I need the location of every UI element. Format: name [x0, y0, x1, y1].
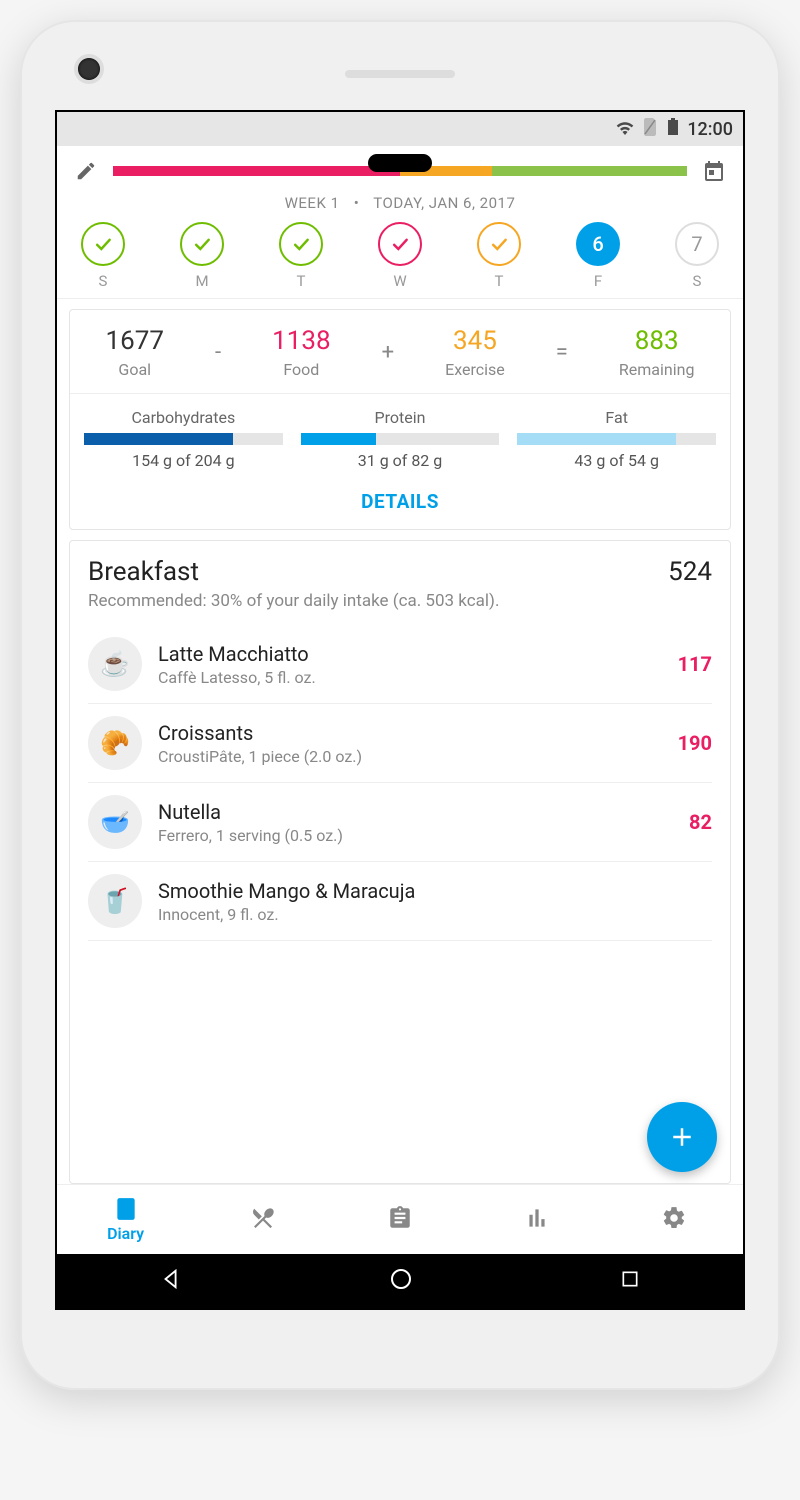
clipboard-icon [387, 1205, 413, 1235]
check-icon [180, 222, 224, 266]
food-name: Nutella [158, 800, 673, 824]
wifi-icon [615, 119, 635, 140]
gear-icon [661, 1205, 687, 1235]
tab-recipes[interactable] [194, 1205, 331, 1235]
date-label: TODAY, JAN 6, 2017 [373, 194, 515, 212]
macro-name: Protein [301, 408, 500, 427]
macro-name: Fat [517, 408, 716, 427]
summary-card: 1677 Goal - 1138 Food + 345 Exercise = [69, 309, 731, 530]
goal-stat: 1677 Goal [106, 326, 164, 379]
macro-name: Carbohydrates [84, 408, 283, 427]
tab-diary[interactable]: Diary [57, 1196, 194, 1243]
food-desc: Caffè Latesso, 5 fl. oz. [158, 668, 662, 687]
food-thumbnail: 🥐 [88, 716, 142, 770]
bottom-tabbar: Diary [57, 1184, 743, 1254]
tab-plans[interactable] [331, 1205, 468, 1235]
exercise-stat: 345 Exercise [445, 326, 505, 379]
food-item[interactable]: 🥤 Smoothie Mango & Maracuja Innocent, 9 fl… [88, 862, 712, 941]
day-1[interactable]: M [174, 222, 230, 290]
day-label: T [495, 272, 504, 290]
food-desc: Innocent, 9 fl. oz. [158, 905, 696, 924]
day-number: 7 [675, 222, 719, 266]
food-calories: 117 [678, 652, 712, 676]
tab-settings[interactable] [606, 1205, 743, 1235]
food-thumbnail: 🥤 [88, 874, 142, 928]
macro-carbohydrates: Carbohydrates 154 g of 204 g [84, 408, 283, 470]
macro-fat: Fat 43 g of 54 g [517, 408, 716, 470]
home-icon[interactable] [389, 1267, 413, 1295]
check-icon [378, 222, 422, 266]
food-desc: Ferrero, 1 serving (0.5 oz.) [158, 826, 673, 845]
recent-icon[interactable] [620, 1269, 640, 1293]
day-label: M [195, 272, 208, 290]
food-name: Latte Macchiatto [158, 642, 662, 666]
food-calories: 82 [689, 810, 712, 834]
progress-seg-3 [492, 166, 687, 176]
bar-chart-icon [524, 1205, 550, 1235]
food-item[interactable]: 🥣 Nutella Ferrero, 1 serving (0.5 oz.) 82 [88, 783, 712, 862]
food-thumbnail: 🥣 [88, 795, 142, 849]
macro-bar [301, 433, 500, 445]
macro-bar [517, 433, 716, 445]
day-3[interactable]: W [372, 222, 428, 290]
check-icon [81, 222, 125, 266]
status-bar: 12:00 [57, 112, 743, 146]
day-label: W [393, 272, 406, 290]
macro-bar [84, 433, 283, 445]
meal-title: Breakfast [88, 557, 199, 587]
details-button[interactable]: DETAILS [70, 476, 730, 529]
food-calories: 190 [678, 731, 712, 755]
back-icon[interactable] [160, 1268, 182, 1294]
macro-protein: Protein 31 g of 82 g [301, 408, 500, 470]
utensils-icon [250, 1205, 276, 1235]
macro-value: 43 g of 54 g [517, 451, 716, 470]
meal-recommendation: Recommended: 30% of your daily intake (c… [88, 591, 712, 611]
food-item[interactable]: 🥐 Croissants CroustiPâte, 1 piece (2.0 oz.… [88, 704, 712, 783]
calendar-icon[interactable] [699, 156, 729, 186]
day-2[interactable]: T [273, 222, 329, 290]
breakfast-card: Breakfast 524 Recommended: 30% of your d… [69, 540, 731, 1184]
food-stat: 1138 Food [272, 326, 330, 379]
day-5[interactable]: 6F [570, 222, 626, 290]
battery-icon [667, 118, 679, 141]
meal-total-cal: 524 [668, 557, 712, 587]
day-0[interactable]: S [75, 222, 131, 290]
food-name: Croissants [158, 721, 662, 745]
food-name: Smoothie Mango & Maracuja [158, 879, 696, 903]
macro-value: 154 g of 204 g [84, 451, 283, 470]
progress-seg-1 [113, 166, 400, 176]
food-thumbnail: ☕ [88, 637, 142, 691]
day-6[interactable]: 7S [669, 222, 725, 290]
add-fab[interactable] [647, 1102, 717, 1172]
day-number: 6 [576, 222, 620, 266]
tab-stats[interactable] [469, 1205, 606, 1235]
day-label: T [297, 272, 306, 290]
check-icon [477, 222, 521, 266]
food-desc: CroustiPâte, 1 piece (2.0 oz.) [158, 747, 662, 766]
day-label: S [693, 272, 702, 290]
status-time: 12:00 [687, 119, 733, 140]
sim-icon [643, 118, 659, 141]
macro-value: 31 g of 82 g [301, 451, 500, 470]
check-icon [279, 222, 323, 266]
day-label: S [99, 272, 108, 290]
android-nav-bar [57, 1254, 743, 1308]
week-label: WEEK 1 [285, 194, 340, 212]
edit-icon[interactable] [71, 156, 101, 186]
day-4[interactable]: T [471, 222, 527, 290]
remaining-stat: 883 Remaining [619, 326, 695, 379]
tab-diary-label: Diary [107, 1224, 144, 1243]
day-label: F [594, 272, 602, 290]
food-item[interactable]: ☕ Latte Macchiatto Caffè Latesso, 5 fl. oz… [88, 625, 712, 704]
